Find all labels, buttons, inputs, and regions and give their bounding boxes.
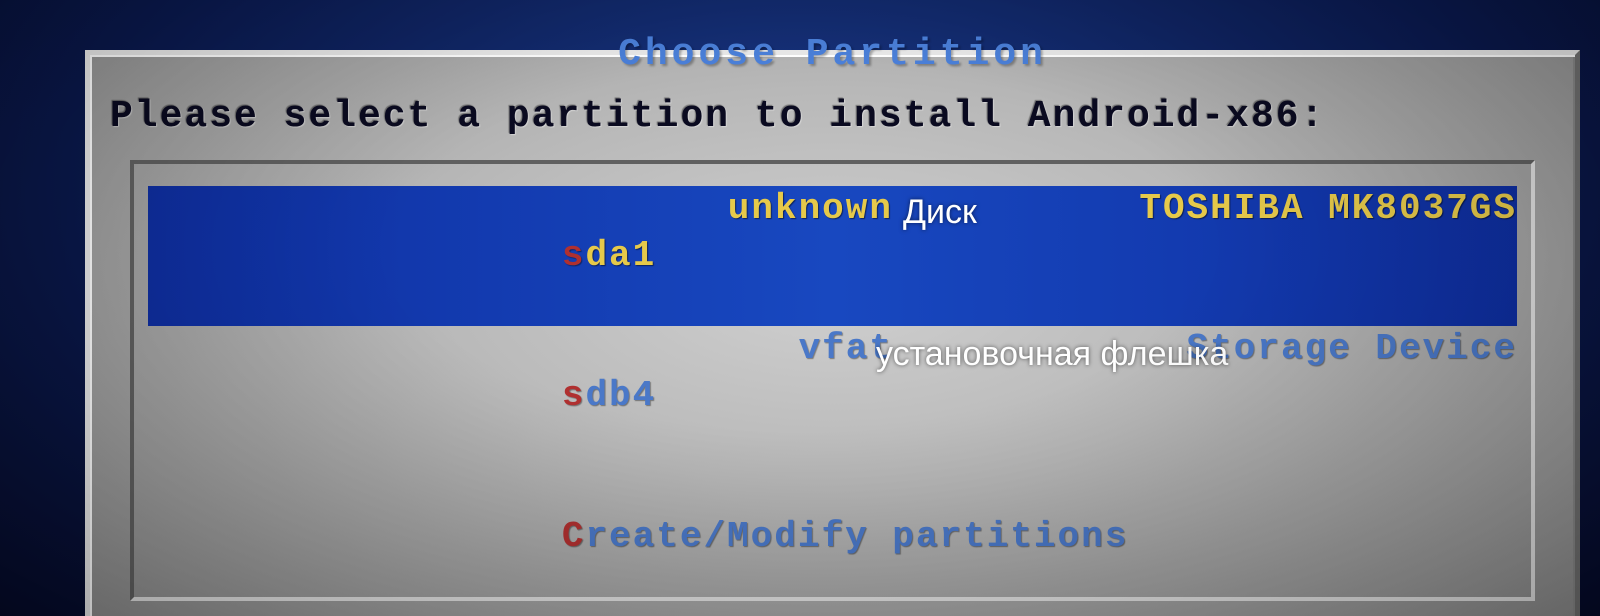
filesystem: unknown (673, 186, 903, 233)
partition-row-sda1[interactable]: sda1 unknown TOSHIBA MK8037GS Диск (148, 186, 1517, 326)
hotkey: s (562, 235, 586, 276)
action-detect-devices[interactable]: Detect devices (148, 607, 1517, 616)
action-create-modify[interactable]: Create/Modify partitions (148, 467, 1517, 607)
annotation-disk: Диск (903, 190, 977, 234)
partition-name: db4 (585, 375, 656, 416)
dialog-title: Choose Partition (608, 33, 1057, 76)
dialog-prompt: Please select a partition to install And… (110, 95, 1325, 138)
filesystem: vfat (673, 326, 903, 373)
device-model: TOSHIBA MK8037GS (903, 186, 1517, 233)
hotkey: C (562, 516, 586, 557)
action-label: reate/Modify partitions (585, 516, 1128, 557)
hotkey: s (562, 375, 586, 416)
partition-row-sdb4[interactable]: sdb4 vfat Storage Device установочная фл… (148, 326, 1517, 466)
annotation-usb: установочная флешка (876, 332, 1228, 376)
partition-name: da1 (585, 235, 656, 276)
partition-list: sda1 unknown TOSHIBA MK8037GS Диск sdb4 … (130, 160, 1535, 601)
partition-dialog: Choose Partition Please select a partiti… (85, 50, 1580, 616)
